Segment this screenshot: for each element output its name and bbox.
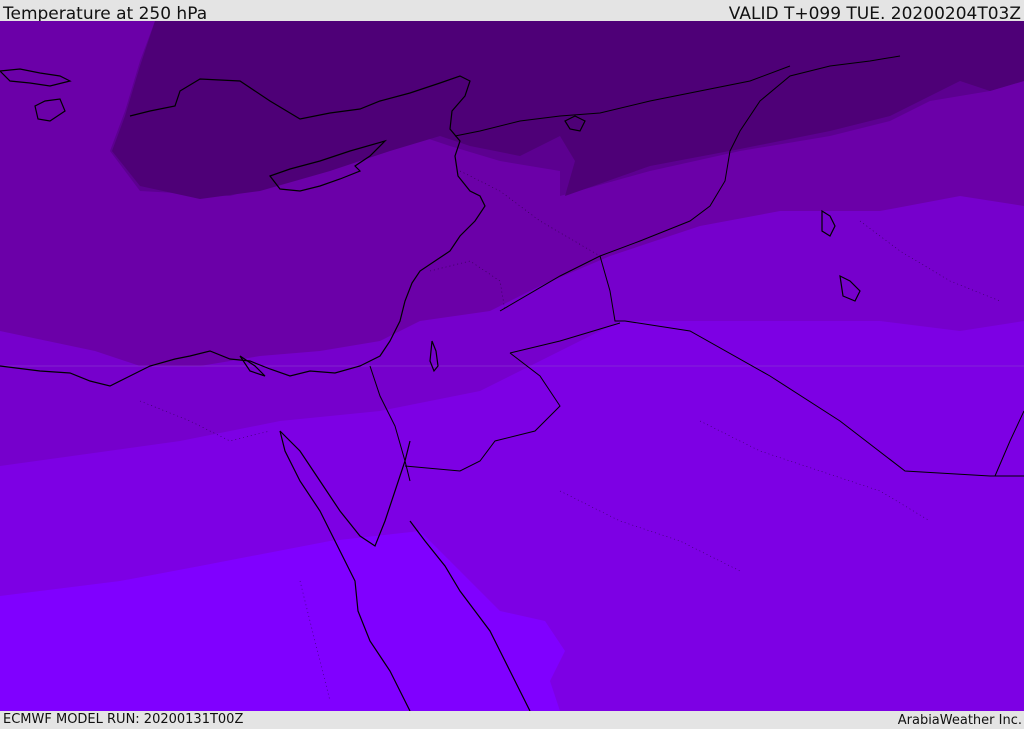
- credit-label: ArabiaWeather Inc.: [897, 713, 1022, 728]
- weather-map[interactable]: [0, 21, 1024, 711]
- header-bar: Temperature at 250 hPa VALID T+099 TUE. …: [0, 0, 1024, 24]
- temperature-map-svg: [0, 21, 1024, 711]
- footer-bar: ECMWF MODEL RUN: 20200131T00Z ArabiaWeat…: [0, 711, 1024, 729]
- model-run-label: ECMWF MODEL RUN: 20200131T00Z: [3, 712, 244, 727]
